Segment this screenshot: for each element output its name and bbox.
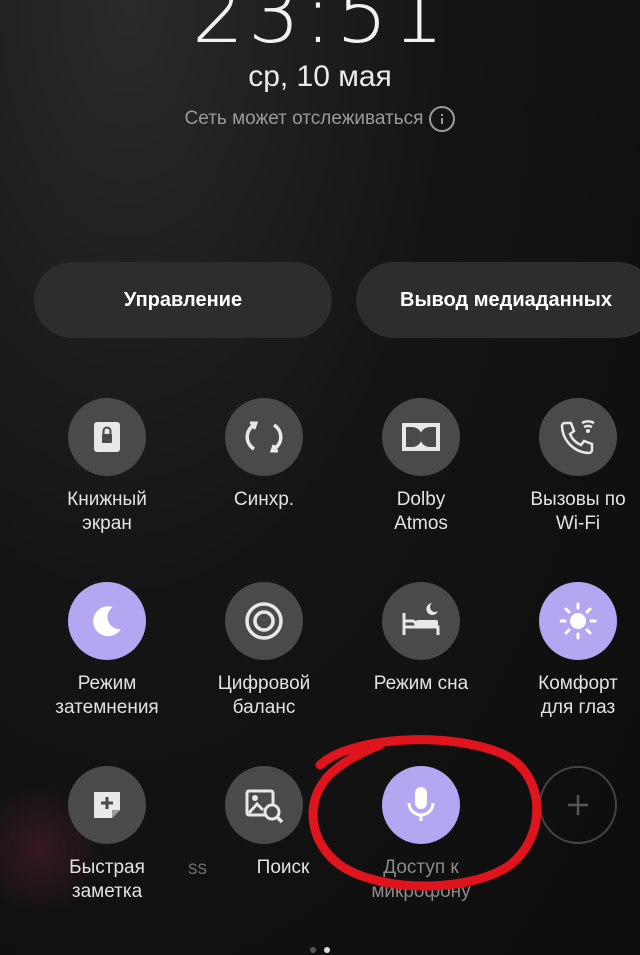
tile-dolby[interactable]: Dolby Atmos xyxy=(341,398,501,536)
tile-book-screen[interactable]: Книжный экран xyxy=(27,398,187,536)
network-notice[interactable]: Сеть может отслеживаться xyxy=(0,106,640,132)
page-indicator xyxy=(0,947,640,953)
dolby-icon xyxy=(382,398,460,476)
sync-icon xyxy=(225,398,303,476)
tile-label: Режим затемнения xyxy=(55,673,159,718)
tile-label: Dolby Atmos xyxy=(394,489,448,534)
tile-digital-balance[interactable]: Цифровой баланс xyxy=(184,582,344,720)
info-icon[interactable] xyxy=(429,106,456,132)
page-dot-current xyxy=(324,947,330,953)
tile-label: Синхр. xyxy=(233,489,295,510)
tile-quick-note[interactable]: Быстрая заметка xyxy=(27,766,187,904)
tile-label: Цифровой баланс xyxy=(217,673,311,718)
image-search-icon xyxy=(225,766,303,844)
tile-label: Книжный экран xyxy=(67,489,147,534)
sleep-bed-icon xyxy=(382,582,460,660)
media-output-button[interactable]: Вывод медиаданных xyxy=(356,262,640,338)
page-dot xyxy=(310,947,316,953)
tile-eye-comfort[interactable]: Комфорт для глаз xyxy=(498,582,640,720)
control-button[interactable]: Управление xyxy=(34,262,332,338)
tile-wifi-calls[interactable]: Вызовы по Wi-Fi xyxy=(498,398,640,536)
quick-note-icon xyxy=(68,766,146,844)
annotation-circle xyxy=(308,735,542,891)
tile-label: Комфорт для глаз xyxy=(538,673,618,718)
date-label: ср, 10 мая xyxy=(248,60,392,93)
tile-label: Быстрая заметка xyxy=(69,857,145,902)
tile-label: Вызовы по Wi-Fi xyxy=(530,489,626,534)
book-screen-icon xyxy=(68,398,146,476)
clock-time: 23:51 xyxy=(191,0,449,62)
moon-icon xyxy=(68,582,146,660)
tile-dark-mode[interactable]: Режим затемнения xyxy=(27,582,187,720)
wifi-call-icon xyxy=(539,398,617,476)
tile-sync[interactable]: Синхр. xyxy=(184,398,344,512)
network-notice-text: Сеть может отслеживаться xyxy=(184,108,424,129)
eye-comfort-icon xyxy=(539,582,617,660)
plus-icon xyxy=(539,766,617,844)
tile-label: Режим сна xyxy=(373,673,469,694)
tile-sleep-mode[interactable]: Режим сна xyxy=(341,582,501,696)
digital-balance-icon xyxy=(225,582,303,660)
